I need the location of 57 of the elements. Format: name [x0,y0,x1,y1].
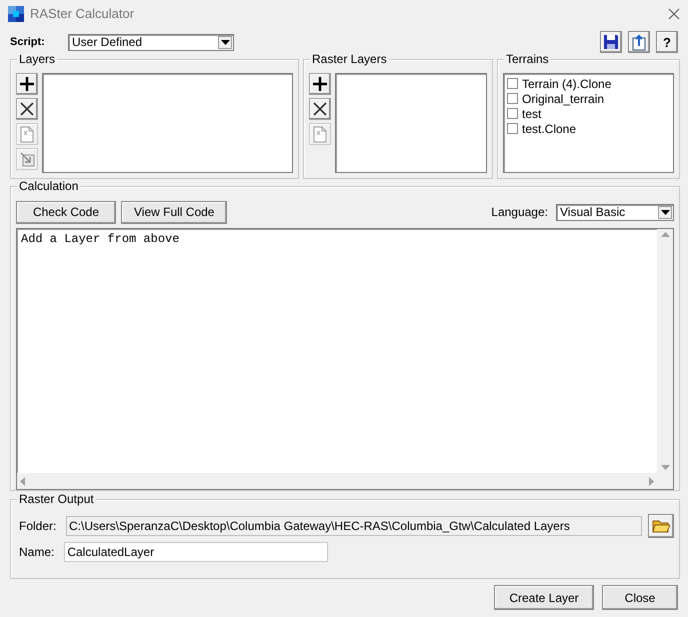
dropdown-arrow-icon [220,40,230,44]
vertical-scrollbar[interactable] [657,229,673,473]
x-mark-icon [19,101,35,117]
remove-button[interactable] [309,98,331,120]
group-title: Terrains [504,52,551,66]
checkbox[interactable] [507,78,518,89]
remove-button[interactable] [16,98,38,120]
arrow-document-icon [19,151,35,167]
checkbox[interactable] [507,123,518,134]
horizontal-scrollbar[interactable] [17,473,657,489]
help-button[interactable]: ? [656,31,678,53]
group-title: Raster Layers [310,52,389,66]
layer-list[interactable] [335,73,487,173]
document-icon [313,126,327,142]
terrain-label: Terrain (4).Clone [522,76,612,90]
script-label: Script: [10,36,46,48]
group-title: Layers [17,52,58,66]
scroll-right-icon[interactable] [649,476,654,486]
group-title: Calculation [17,179,80,193]
folder-label: Folder: [19,518,56,534]
name-field[interactable]: CalculatedLayer [64,542,328,562]
save-button[interactable] [600,31,622,53]
close-icon[interactable] [668,8,680,20]
script-dropdown[interactable]: User Defined [68,34,234,50]
folder-field[interactable]: C:\Users\SperanzaC\Desktop\Columbia Gateway\HEC-RAS\Columbia_Gtw\Calculated Layers [66,516,642,536]
app-logo-icon [8,6,24,22]
layer-list[interactable] [42,73,293,173]
document-arrow-icon [631,33,647,51]
checkbox[interactable] [507,93,518,104]
folder-icon [652,519,670,533]
plus-icon [19,76,35,92]
language-label: Language: [491,205,548,219]
x-mark-icon [312,101,328,117]
export-button[interactable] [628,31,650,53]
close-button[interactable]: Close [602,585,678,610]
create-layer-button[interactable]: Create Layer [494,585,594,610]
window-title: RASter Calculator [30,6,136,21]
checkbox[interactable] [507,108,518,119]
dropdown-arrow-icon [660,210,670,214]
scroll-left-icon[interactable] [20,476,25,486]
code-text: Add a Layer from above [20,231,180,248]
code-button[interactable]: Check Code [16,200,116,224]
scroll-up-icon[interactable] [660,232,670,237]
name-label: Name: [19,544,54,560]
language-dropdown[interactable]: Visual Basic [556,204,674,220]
add-button[interactable] [309,73,331,95]
group-title: Raster Output [17,492,96,506]
code-editor[interactable]: Add a Layer from above [16,228,674,490]
add-button[interactable] [16,73,38,95]
terrain-label: test [522,106,542,120]
terrain-label: Original_terrain [522,92,604,106]
plus-icon [312,76,328,92]
code-button[interactable]: View Full Code [121,200,228,224]
terrain-label: test.Clone [522,122,576,136]
browse-button[interactable] [648,514,674,538]
document-icon [20,126,34,142]
scroll-down-icon[interactable] [660,465,670,470]
